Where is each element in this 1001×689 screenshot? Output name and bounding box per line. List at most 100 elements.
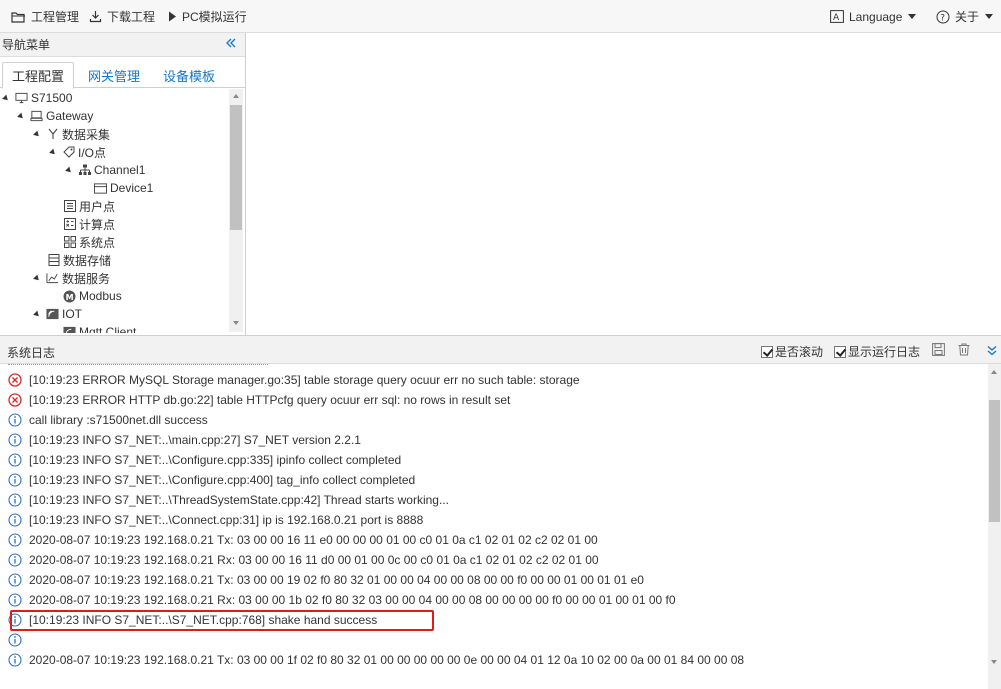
log-entry-text: 2020-08-07 10:19:23 192.168.0.21 Rx: 03 … (29, 593, 676, 607)
log-header: 系统日志 是否滚动 显示运行日志 (0, 335, 1001, 364)
nav-tabs: 工程配置 网关管理 设备模板 (0, 57, 245, 89)
expand-icon[interactable] (17, 112, 25, 120)
tab-project-config[interactable]: 工程配置 (2, 62, 74, 89)
log-entry-text: [10:19:23 ERROR HTTP db.go:22] table HTT… (29, 393, 511, 407)
tree-node-data-store[interactable]: 数据存储 (47, 251, 111, 269)
list-icon (63, 200, 76, 213)
expand-icon[interactable] (33, 130, 41, 138)
tree-node-gateway[interactable]: Gateway (17, 107, 93, 125)
scroll-down-icon[interactable] (233, 321, 239, 325)
auto-scroll-checkbox[interactable]: 是否滚动 (761, 343, 823, 360)
tree-node-sys-point[interactable]: 系统点 (63, 233, 115, 251)
expand-icon[interactable] (65, 166, 73, 174)
tree-node-mqtt[interactable]: Mqtt Client (63, 323, 136, 333)
log-entry: [10:19:23 INFO S7_NET:..\Configure.cpp:3… (8, 450, 401, 470)
checkbox-checked-icon[interactable] (834, 345, 846, 358)
tree-node-io-point[interactable]: I/O点 (49, 143, 107, 161)
log-entry-text: call library :s71500net.dll success (29, 413, 208, 427)
nav-header: 导航菜单 (0, 33, 245, 57)
chart-icon (46, 272, 59, 285)
tree-scrollbar[interactable] (229, 89, 243, 332)
log-entry: 2020-08-07 10:19:23 192.168.0.21 Rx: 03 … (8, 590, 676, 610)
log-entry-text: 2020-08-07 10:19:23 192.168.0.21 Rx: 03 … (29, 553, 599, 567)
nav-panel: 导航菜单 工程配置 网关管理 设备模板 S71500 Gateway 数据采集 … (0, 33, 246, 335)
log-scrollbar[interactable] (988, 364, 1001, 689)
trash-icon[interactable] (958, 343, 970, 356)
calculator-icon (63, 218, 76, 231)
tree-label: 系统点 (79, 235, 116, 250)
scroll-up-icon[interactable] (991, 370, 997, 374)
main-content-area (247, 33, 1001, 335)
tree-node-data-collect[interactable]: 数据采集 (33, 125, 111, 143)
tree-label: Channel1 (94, 163, 146, 177)
expand-icon[interactable] (2, 94, 10, 102)
info-icon (8, 533, 22, 547)
download-icon (89, 11, 102, 23)
highlight-box (10, 610, 434, 631)
log-entry-text: [10:19:23 INFO S7_NET:..\ThreadSystemSta… (29, 493, 449, 507)
language-icon: A (830, 10, 844, 23)
tree-node-s71500[interactable]: S71500 (2, 89, 73, 107)
tree-label: IOT (62, 307, 82, 321)
log-entry-text: 2020-08-07 10:19:23 192.168.0.21 Tx: 03 … (29, 573, 644, 587)
double-chevron-left-icon[interactable] (225, 37, 237, 49)
scroll-up-icon[interactable] (233, 94, 239, 98)
project-manage-label: 工程管理 (31, 10, 80, 24)
computer-icon (15, 92, 28, 105)
checkbox-checked-icon[interactable] (761, 345, 773, 358)
nav-title: 导航菜单 (2, 38, 51, 52)
double-chevron-down-icon[interactable] (986, 345, 998, 357)
download-project-button[interactable]: 下载工程 (89, 0, 155, 33)
expand-icon[interactable] (49, 148, 57, 156)
tree-node-calc-point[interactable]: 计算点 (63, 215, 115, 233)
log-entry-text: 2020-08-07 10:19:23 192.168.0.21 Tx: 03 … (29, 533, 598, 547)
tree-node-channel1[interactable]: Channel1 (65, 161, 146, 179)
log-entry-text: [10:19:23 INFO S7_NET:..\main.cpp:27] S7… (29, 433, 361, 447)
tree-label: Mqtt Client (79, 325, 137, 333)
about-label: 关于 (955, 10, 980, 24)
log-row-cutoff (8, 364, 268, 367)
fork-icon (46, 128, 59, 141)
tree-node-device1[interactable]: Device1 (94, 179, 153, 197)
scroll-thumb[interactable] (989, 400, 1000, 522)
show-run-log-checkbox[interactable]: 显示运行日志 (834, 343, 920, 360)
scroll-down-icon[interactable] (991, 660, 997, 664)
tree-label: 数据采集 (62, 127, 111, 142)
tree-node-user-point[interactable]: 用户点 (63, 197, 115, 215)
scroll-thumb[interactable] (230, 105, 242, 230)
log-entry-text: [10:19:23 INFO S7_NET:..\Configure.cpp:3… (29, 453, 402, 467)
project-manage-button[interactable]: 工程管理 (11, 0, 79, 33)
pc-simulate-button[interactable]: PC模拟运行 (168, 0, 247, 33)
tree-node-iot[interactable]: IOT (33, 305, 82, 323)
log-entry: 2020-08-07 10:19:23 192.168.0.21 Tx: 03 … (8, 570, 644, 590)
language-label: Language (849, 9, 903, 24)
expand-icon[interactable] (33, 274, 41, 282)
log-entry-text: [10:19:23 INFO S7_NET:..\Connect.cpp:31]… (29, 513, 424, 527)
info-icon (8, 593, 22, 607)
tree-node-data-service[interactable]: 数据服务 (33, 269, 110, 287)
expand-icon[interactable] (33, 310, 41, 318)
language-dropdown[interactable]: A Language (830, 0, 917, 33)
top-toolbar: 工程管理 下载工程 PC模拟运行 A Language ? 关于 (0, 0, 1001, 33)
tree-label: I/O点 (78, 145, 107, 160)
grid-icon (63, 236, 76, 249)
svg-text:M: M (66, 292, 74, 301)
tree-label: 计算点 (79, 217, 116, 232)
tab-device-template[interactable]: 设备模板 (155, 62, 223, 88)
about-dropdown[interactable]: ? 关于 (936, 0, 994, 33)
tab-gateway-manage[interactable]: 网关管理 (80, 62, 148, 88)
log-entry: 2020-08-07 10:19:23 192.168.0.21 Rx: 03 … (8, 550, 599, 570)
info-icon (8, 493, 22, 507)
svg-text:?: ? (940, 13, 945, 23)
auto-scroll-label: 是否滚动 (775, 345, 824, 359)
save-icon[interactable] (932, 343, 945, 356)
info-icon (8, 553, 22, 567)
modbus-icon: M (63, 290, 76, 303)
log-entry-text: [10:19:23 ERROR MySQL Storage manager.go… (29, 373, 580, 387)
log-title: 系统日志 (7, 346, 56, 360)
tree-node-modbus[interactable]: M Modbus (63, 287, 122, 305)
tree-label: S71500 (31, 91, 73, 105)
chevron-down-icon (908, 14, 917, 19)
device-icon (94, 182, 107, 195)
log-entry: [10:19:23 INFO S7_NET:..\ThreadSystemSta… (8, 490, 449, 510)
